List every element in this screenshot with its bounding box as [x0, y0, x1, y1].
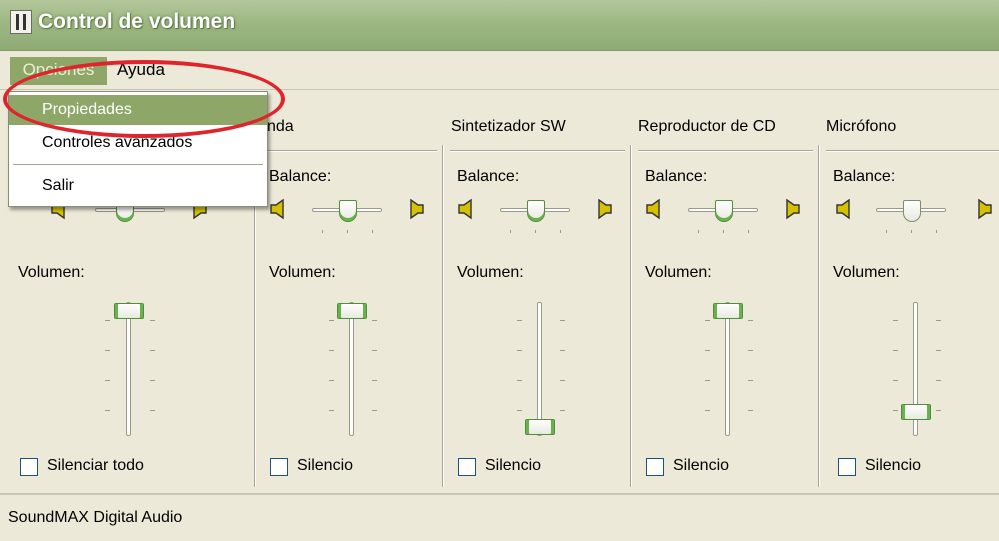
volume-track[interactable]	[349, 302, 354, 436]
speaker-left-icon	[269, 198, 289, 220]
speaker-right-icon	[973, 198, 993, 220]
mute-all-label: Silenciar todo	[47, 457, 144, 474]
volume-label: Volumen:	[457, 264, 524, 281]
volume-slider-thumb[interactable]	[525, 419, 555, 435]
status-device-name: SoundMAX Digital Audio	[8, 509, 183, 526]
volume-slider-thumb[interactable]	[901, 404, 931, 420]
volume-label: Volumen:	[833, 264, 900, 281]
balance-label: Balance:	[833, 168, 896, 185]
volume-track[interactable]	[126, 302, 131, 436]
volume-track[interactable]	[725, 302, 730, 436]
mute-all-checkbox[interactable]	[20, 458, 38, 476]
channel-reproductor-cd: Reproductor de CD Balance: Volumen: Sile…	[633, 90, 818, 492]
volume-label: Volumen:	[645, 264, 712, 281]
status-bar: SoundMAX Digital Audio	[0, 493, 999, 541]
mute-label: Silencio	[485, 457, 542, 474]
mute-label: Silencio	[673, 457, 730, 474]
opciones-dropdown-menu: Propiedades Controles avanzados Salir	[8, 91, 268, 207]
speaker-left-icon	[835, 198, 855, 220]
channel-name: Micrófono	[826, 118, 897, 135]
window-title: Control de volumen	[38, 10, 236, 33]
volume-label: Volumen:	[269, 264, 336, 281]
speaker-right-icon	[405, 198, 425, 220]
speaker-right-icon	[781, 198, 801, 220]
channel-name: Reproductor de CD	[638, 118, 776, 135]
mute-checkbox[interactable]	[458, 458, 476, 476]
title-bar[interactable]: Control de volumen	[0, 0, 999, 51]
balance-label: Balance:	[457, 168, 520, 185]
menu-opciones[interactable]: Opciones	[10, 57, 107, 85]
balance-slider-thumb[interactable]	[527, 200, 545, 222]
balance-slider-thumb[interactable]	[715, 200, 733, 222]
menu-separator	[13, 164, 263, 165]
mute-checkbox[interactable]	[646, 458, 664, 476]
volume-track[interactable]	[537, 302, 542, 436]
speaker-right-icon	[593, 198, 613, 220]
menu-item-propiedades[interactable]: Propiedades	[9, 95, 267, 125]
balance-slider-thumb[interactable]	[339, 200, 357, 222]
balance-label: Balance:	[645, 168, 708, 185]
volume-label: Volumen:	[18, 264, 85, 281]
speaker-left-icon	[457, 198, 477, 220]
channel-onda: nda Balance: Volumen: Silencio	[257, 90, 442, 492]
balance-slider-thumb[interactable]	[903, 200, 921, 222]
volume-slider-thumb[interactable]	[337, 303, 367, 319]
speaker-left-icon	[645, 198, 665, 220]
channel-name: Sintetizador SW	[451, 118, 566, 135]
menu-bar: Opciones Ayuda	[0, 51, 999, 90]
mute-checkbox[interactable]	[270, 458, 288, 476]
channel-microfono: Micrófono Balance: Volumen: Silencio	[821, 90, 999, 492]
menu-ayuda[interactable]: Ayuda	[117, 57, 165, 85]
mute-label: Silencio	[297, 457, 354, 474]
channel-name: nda	[267, 118, 294, 135]
volume-slider-thumb[interactable]	[713, 303, 743, 319]
menu-item-controles-avanzados[interactable]: Controles avanzados	[9, 128, 267, 158]
channel-sintetizador-sw: Sintetizador SW Balance: Volumen: Silenc…	[445, 90, 630, 492]
balance-label: Balance:	[269, 168, 332, 185]
mixer-app-icon[interactable]	[10, 10, 32, 34]
mute-checkbox[interactable]	[838, 458, 856, 476]
volume-slider-thumb[interactable]	[114, 303, 144, 319]
mute-label: Silencio	[865, 457, 922, 474]
menu-item-salir[interactable]: Salir	[9, 171, 267, 201]
